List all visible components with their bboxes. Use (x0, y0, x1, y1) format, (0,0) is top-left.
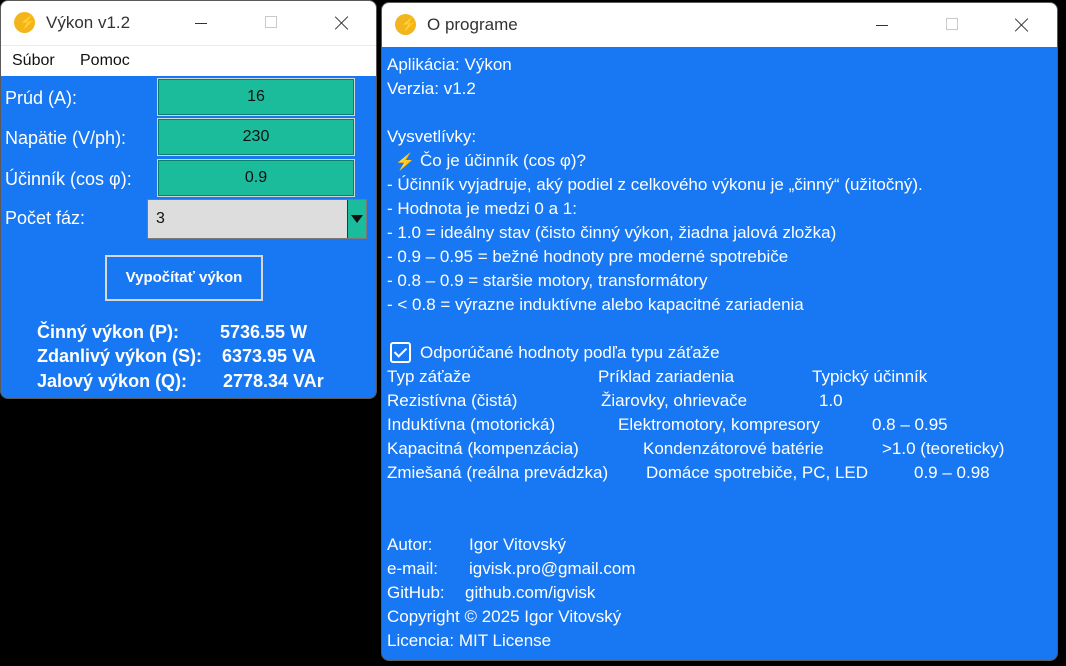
window-title: O programe (427, 15, 518, 34)
about-titlebar[interactable]: ⚡ O programe (382, 3, 1057, 47)
window-title: Výkon v1.2 (46, 13, 131, 32)
phases-label: Počet fáz: (5, 208, 86, 228)
table-cell: 0.8 – 0.95 (872, 415, 948, 434)
table-cell: Elektromotory, kompresory (618, 415, 820, 434)
menubar: Súbor Pomoc (1, 45, 376, 76)
close-icon[interactable] (1008, 13, 1036, 37)
table-header-example: Príklad zariadenia (598, 367, 735, 386)
voltage-label: Napätie (V/ph): (5, 128, 127, 148)
table-cell: Kapacitná (kompenzácia) (387, 439, 579, 458)
minimize-icon[interactable] (868, 13, 896, 37)
app-bolt-icon: ⚡ (14, 12, 36, 33)
legend-heading: Vysvetlívky: (387, 127, 477, 146)
table-cell: 0.9 – 0.98 (914, 463, 990, 482)
question-line: Čo je účinník (cos φ)? (420, 151, 586, 170)
power-factor-label: Účinník (cos φ): (5, 169, 132, 189)
voltage-input[interactable]: 230 (157, 118, 355, 156)
app-line: Aplikácia: Výkon (387, 55, 512, 74)
close-icon[interactable] (328, 11, 356, 35)
vykon-titlebar[interactable]: ⚡ Výkon v1.2 (1, 1, 376, 45)
table-cell: Žiarovky, ohrievače (601, 391, 748, 410)
bolt-icon: ⚡ (395, 154, 415, 171)
calculate-button[interactable]: Vypočítať výkon (105, 255, 263, 301)
checkbox-icon (390, 342, 411, 363)
app-bolt-icon: ⚡ (395, 14, 417, 35)
maximize-icon[interactable] (938, 13, 966, 37)
power-factor-input[interactable]: 0.9 (157, 159, 355, 197)
bullet-line: - 0.9 – 0.95 = bežné hodnoty pre moderné… (387, 247, 789, 266)
bullet-line: - Hodnota je medzi 0 a 1: (387, 199, 577, 218)
bullet-line: - 1.0 = ideálny stav (čisto činný výkon,… (387, 223, 837, 242)
current-label: Prúd (A): (5, 88, 78, 108)
apparent-power-label: Zdanlivý výkon (S): (37, 346, 203, 366)
recommended-heading: Odporúčané hodnoty podľa typu záťaže (420, 343, 720, 362)
reactive-power-value: 2778.34 VAr (223, 371, 324, 391)
author-value: Igor Vitovský (469, 535, 567, 554)
license-line: Licencia: MIT License (387, 631, 552, 650)
table-cell: Kondenzátorové batérie (643, 439, 824, 458)
author-label: Autor: (387, 535, 433, 554)
version-line: Verzia: v1.2 (387, 79, 476, 98)
reactive-power-label: Jalový výkon (Q): (37, 371, 188, 391)
menu-subor[interactable]: Súbor (12, 52, 55, 70)
about-window: ⚡ O programe Aplikácia: Výkon Verzia: v1… (381, 2, 1058, 661)
table-cell: Induktívna (motorická) (387, 415, 556, 434)
vykon-window: ⚡ Výkon v1.2 Súbor Pomoc Prúd (A): 16 Na… (0, 0, 377, 399)
bullet-line: - 0.8 – 0.9 = staršie motory, transformá… (387, 271, 708, 290)
github-label: GitHub: (387, 583, 445, 602)
bullet-line: - Účinník vyjadruje, aký podiel z celkov… (387, 175, 923, 194)
menu-pomoc[interactable]: Pomoc (80, 52, 130, 70)
table-cell: Domáce spotrebiče, PC, LED (646, 463, 869, 482)
table-cell: Rezistívna (čistá) (387, 391, 518, 410)
chevron-down-icon[interactable] (347, 200, 366, 238)
table-header-pf: Typický účinník (812, 367, 928, 386)
email-label: e-mail: (387, 559, 439, 578)
current-input[interactable]: 16 (157, 78, 355, 116)
table-cell: >1.0 (teoreticky) (882, 439, 1005, 458)
github-value: github.com/igvisk (465, 583, 596, 602)
bullet-line: - < 0.8 = výrazne induktívne alebo kapac… (387, 295, 804, 314)
minimize-icon[interactable] (187, 11, 215, 35)
table-header-type: Typ záťaže (387, 367, 471, 386)
phases-value: 3 (156, 210, 165, 227)
active-power-label: Činný výkon (P): (37, 322, 180, 342)
email-value: igvisk.pro@gmail.com (469, 559, 636, 578)
table-cell: Zmiešaná (reálna prevádzka) (387, 463, 609, 482)
copyright-line: Copyright © 2025 Igor Vitovský (387, 607, 622, 626)
table-cell: 1.0 (819, 391, 843, 410)
active-power-value: 5736.55 W (220, 322, 308, 342)
phases-select[interactable]: 3 (147, 199, 367, 239)
apparent-power-value: 6373.95 VA (222, 346, 316, 366)
maximize-icon[interactable] (257, 11, 285, 35)
